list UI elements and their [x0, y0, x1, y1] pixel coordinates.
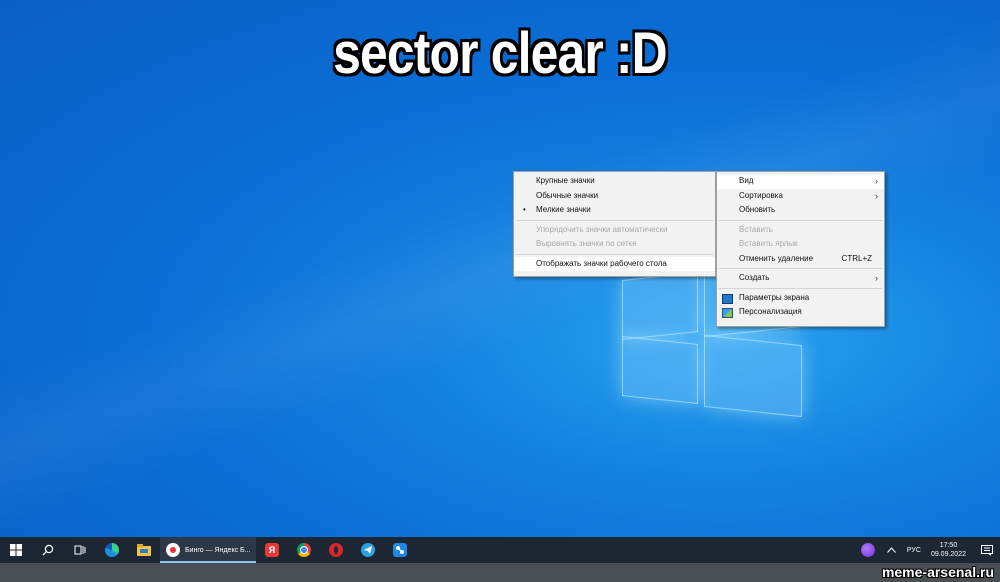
menu-item-new[interactable]: Создать ›: [717, 271, 884, 286]
chevron-right-icon: ›: [875, 190, 878, 201]
taskbar: Бинго — Яндекс Б... Я РУС 17:50 09.09.20…: [0, 537, 1000, 563]
menu-item-label: Выровнять значки по сетке: [536, 239, 637, 248]
view-submenu: Крупные значки Обычные значки • Мелкие з…: [513, 171, 716, 277]
search-icon: [42, 544, 54, 556]
task-view-icon: [74, 545, 86, 555]
menu-item-label: Вид: [739, 176, 754, 185]
file-explorer-icon: [137, 544, 151, 556]
chevron-right-icon: ›: [875, 176, 878, 186]
language-indicator[interactable]: РУС: [907, 547, 921, 554]
menu-item-label: Упорядочить значки автоматически: [536, 224, 668, 234]
menu-item-show-desktop-icons[interactable]: Отображать значки рабочего стола: [514, 256, 715, 271]
taskbar-task-label: Бинго — Яндекс Б...: [185, 546, 251, 554]
menu-item-label: Создать: [739, 273, 770, 282]
search-button[interactable]: [32, 537, 64, 563]
show-hidden-icons-button[interactable]: [881, 537, 903, 563]
menu-item-sort[interactable]: Сортировка ›: [717, 189, 884, 204]
menu-item-label: Обновить: [739, 205, 776, 214]
alice-button[interactable]: [855, 537, 881, 563]
chevron-right-icon: ›: [875, 273, 878, 283]
app-icon: [393, 543, 407, 557]
edge-button[interactable]: [96, 537, 128, 563]
meme-caption: sector clear :D: [333, 21, 668, 86]
desktop-context-menu: Вид › Сортировка › Обновить Вставить Вст…: [716, 171, 885, 327]
menu-item-medium-icons[interactable]: Обычные значки: [514, 189, 715, 204]
menu-item-label: Параметры экрана: [739, 292, 810, 302]
telegram-icon: [361, 543, 375, 557]
menu-item-paste: Вставить: [717, 223, 884, 238]
file-explorer-button[interactable]: [128, 537, 160, 563]
yandex-browser-icon: [166, 543, 180, 557]
menu-item-large-icons[interactable]: Крупные значки: [514, 174, 715, 189]
selected-bullet-icon: •: [523, 205, 526, 214]
menu-item-label: Отображать значки рабочего стола: [536, 258, 667, 268]
notifications-button[interactable]: [974, 537, 1000, 563]
clock-time: 17:50: [939, 542, 958, 549]
menu-item-view[interactable]: Вид ›: [717, 174, 884, 189]
task-view-button[interactable]: [64, 537, 96, 563]
menu-item-shortcut: CTRL+Z: [841, 253, 872, 263]
menu-item-small-icons[interactable]: • Мелкие значки: [514, 203, 715, 218]
app-button[interactable]: [384, 537, 416, 563]
yandex-button[interactable]: Я: [256, 537, 288, 563]
windows-start-icon: [10, 544, 22, 556]
menu-item-undo-delete[interactable]: Отменить удаление CTRL+Z: [717, 252, 884, 267]
menu-separator: [719, 287, 882, 289]
menu-item-paste-shortcut: Вставить ярлык: [717, 237, 884, 252]
clock[interactable]: 17:50 09.09.2022: [931, 541, 966, 559]
menu-item-label: Мелкие значки: [536, 205, 591, 214]
menu-item-label: Сортировка: [739, 190, 783, 200]
menu-item-label: Вставить ярлык: [739, 239, 798, 248]
bottom-strip: meme-arsenal.ru: [0, 563, 1000, 582]
menu-item-auto-arrange: Упорядочить значки автоматически: [514, 223, 715, 238]
chrome-button[interactable]: [288, 537, 320, 563]
chevron-up-icon: [887, 547, 897, 553]
start-button[interactable]: [0, 537, 32, 563]
menu-separator: [516, 253, 713, 255]
opera-icon: [329, 543, 343, 557]
menu-item-label: Отменить удаление: [739, 253, 814, 263]
yandex-icon: Я: [265, 543, 279, 557]
taskbar-task-yandex-browser[interactable]: Бинго — Яндекс Б...: [160, 537, 256, 563]
menu-item-label: Обычные значки: [536, 190, 599, 200]
menu-item-label: Вставить: [739, 224, 773, 234]
alice-icon: [860, 543, 875, 557]
edge-icon: [105, 543, 119, 557]
menu-item-align-to-grid: Выровнять значки по сетке: [514, 237, 715, 252]
menu-item-label: Крупные значки: [536, 176, 595, 185]
personalization-icon: [722, 308, 733, 318]
menu-item-refresh[interactable]: Обновить: [717, 203, 884, 218]
menu-item-display-settings[interactable]: Параметры экрана: [717, 291, 884, 306]
menu-separator: [719, 219, 882, 221]
system-tray: РУС 17:50 09.09.2022: [855, 537, 1000, 563]
opera-button[interactable]: [320, 537, 352, 563]
chrome-icon: [297, 543, 311, 557]
clock-date: 09.09.2022: [930, 551, 966, 558]
menu-separator: [719, 268, 882, 269]
display-settings-icon: [722, 293, 733, 304]
notifications-icon: [981, 544, 993, 556]
watermark: meme-arsenal.ru: [881, 564, 994, 580]
menu-item-label: Персонализация: [739, 307, 802, 316]
telegram-button[interactable]: [352, 537, 384, 563]
menu-separator: [516, 219, 713, 221]
menu-item-personalization[interactable]: Персонализация: [717, 305, 884, 320]
